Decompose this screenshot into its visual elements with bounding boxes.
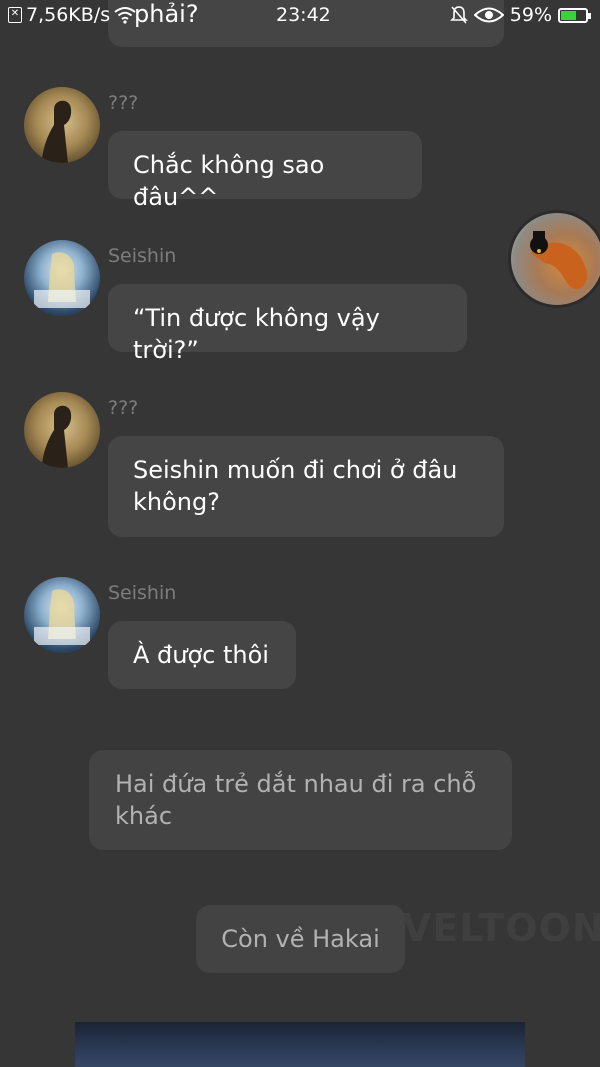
- bell-muted-icon: [449, 6, 468, 24]
- narration-text: Hai đứa trẻ dắt nhau đi ra chỗ khác: [115, 770, 477, 830]
- anime-girl-avatar-icon[interactable]: [24, 577, 100, 653]
- chat-screen: ✕ 7,56KB/s 23:42 59% phải? ??? Chắc khôn…: [0, 0, 600, 1067]
- narration-text: Còn về Hakai: [221, 925, 380, 953]
- silhouette-avatar-icon[interactable]: [24, 87, 100, 163]
- message-bubble: Seishin muốn đi chơi ở đâu không?: [108, 436, 504, 537]
- silhouette-avatar-icon[interactable]: [24, 392, 100, 468]
- message-text: À được thôi: [133, 641, 269, 669]
- floating-profile-avatar[interactable]: [508, 210, 600, 308]
- speaker-name: ???: [108, 397, 139, 419]
- clock: 23:42: [276, 4, 331, 26]
- screenshot-notification-icon: ✕: [8, 7, 22, 23]
- anime-girl-avatar-icon[interactable]: [24, 240, 100, 316]
- wifi-icon: [114, 7, 136, 24]
- message-text: Seishin muốn đi chơi ở đâu không?: [133, 456, 458, 516]
- battery-percent: 59%: [509, 4, 552, 26]
- status-left: ✕ 7,56KB/s: [8, 4, 136, 26]
- speaker-name: Seishin: [108, 245, 177, 267]
- battery-tip: [588, 12, 591, 19]
- battery-icon: [558, 7, 591, 23]
- message-bubble: “Tin được không vậy trời?”: [108, 284, 467, 364]
- narration-box: Còn về Hakai: [196, 905, 405, 973]
- message-text: Chắc không sao đâu^^: [133, 151, 325, 211]
- message-text: “Tin được không vậy trời?”: [133, 304, 380, 364]
- status-right: 59%: [449, 4, 591, 26]
- status-bar: ✕ 7,56KB/s 23:42 59%: [0, 0, 600, 32]
- network-speed: 7,56KB/s: [26, 4, 111, 26]
- narration-box: Hai đứa trẻ dắt nhau đi ra chỗ khác: [89, 750, 512, 850]
- speaker-name: ???: [108, 92, 139, 114]
- speaker-name: Seishin: [108, 582, 177, 604]
- eye-icon: [473, 7, 504, 23]
- message-bubble: À được thôi: [108, 621, 296, 689]
- watermark: VELTOON: [402, 906, 600, 950]
- message-bubble: Chắc không sao đâu^^: [108, 131, 422, 211]
- story-image: [75, 1022, 525, 1067]
- battery-fill: [561, 10, 577, 20]
- message-text: phải?: [134, 0, 199, 28]
